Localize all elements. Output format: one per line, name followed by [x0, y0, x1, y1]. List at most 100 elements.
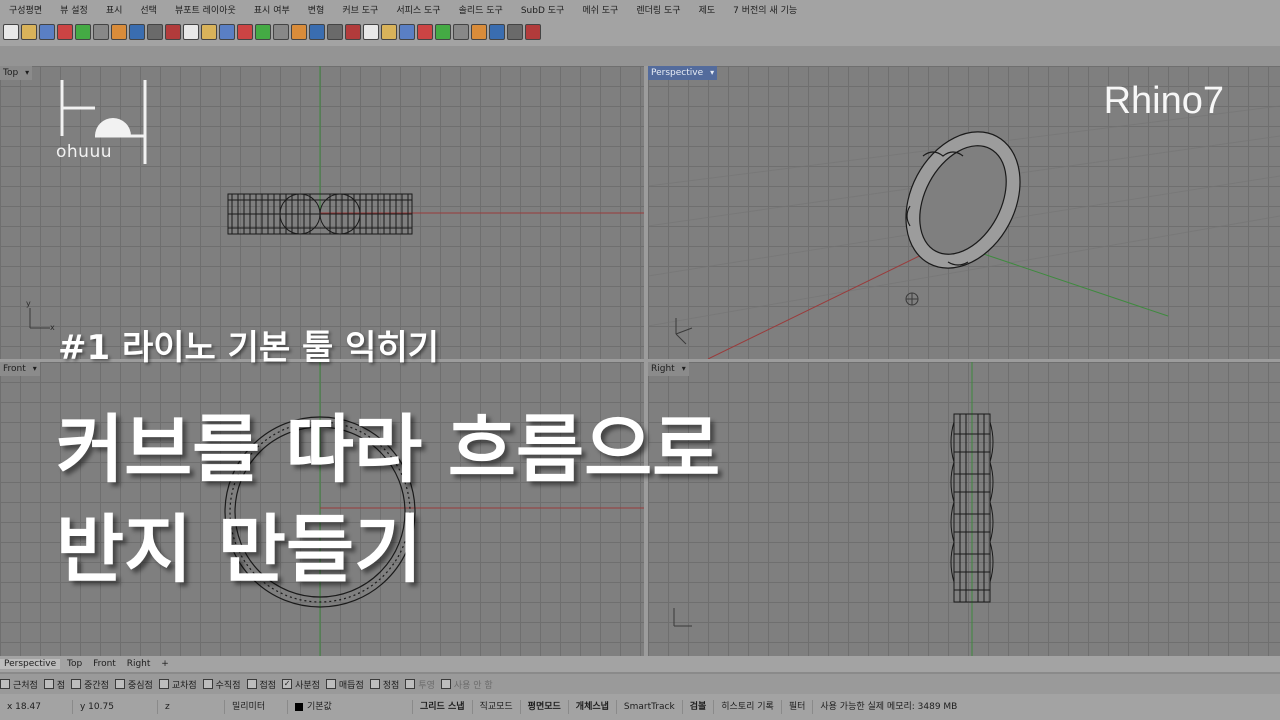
- osnap-11[interactable]: 사용 안 함: [440, 678, 493, 691]
- menu-item[interactable]: 표시: [97, 3, 132, 16]
- help-icon[interactable]: [525, 24, 541, 40]
- osnap-label: 중간점: [84, 680, 109, 691]
- viewport-label-right[interactable]: Right: [648, 362, 689, 376]
- ring-top-view: [227, 193, 413, 235]
- osnap-toggle[interactable]: 개체스냅: [569, 700, 617, 714]
- paste-icon[interactable]: [111, 24, 127, 40]
- menu-item[interactable]: 7 버전의 새 기능: [724, 3, 806, 16]
- osnap-1[interactable]: 점: [43, 678, 65, 691]
- options-icon[interactable]: [507, 24, 523, 40]
- gumball-toggle[interactable]: 검볼: [683, 700, 715, 714]
- current-layer[interactable]: 기본값: [288, 700, 413, 714]
- title-line-1: 커브를 따라 흐름으로: [56, 407, 721, 493]
- tab-right[interactable]: Right: [123, 659, 155, 669]
- menu-item[interactable]: 뷰포트 레이아웃: [166, 3, 245, 16]
- viewport-label-front[interactable]: Front: [0, 362, 40, 376]
- menu-item[interactable]: 표시 여부: [245, 3, 299, 16]
- osnap-checkbox[interactable]: [114, 679, 125, 689]
- cut-icon[interactable]: [75, 24, 91, 40]
- svg-text:x: x: [50, 323, 55, 332]
- rotate-view-icon[interactable]: [255, 24, 271, 40]
- osnap-checkbox[interactable]: [202, 679, 213, 689]
- save-icon[interactable]: [39, 24, 55, 40]
- light-icon[interactable]: [363, 24, 379, 40]
- tab-perspective[interactable]: Perspective: [0, 659, 61, 669]
- planar-toggle[interactable]: 평면모드: [521, 700, 569, 714]
- coord-x: x 18.47: [0, 700, 73, 714]
- copy-icon[interactable]: [93, 24, 109, 40]
- undo-icon[interactable]: [129, 24, 145, 40]
- menu-item[interactable]: 변형: [299, 3, 334, 16]
- osnap-8[interactable]: 매듭점: [325, 678, 364, 691]
- osnap-checkbox[interactable]: [246, 679, 257, 689]
- osnap-label: 사용 안 함: [453, 680, 493, 691]
- menu-item[interactable]: 제도: [690, 3, 725, 16]
- zoom-icon[interactable]: [183, 24, 199, 40]
- zoom-extents-icon[interactable]: [219, 24, 235, 40]
- snap-icon[interactable]: [345, 24, 361, 40]
- four-view-icon[interactable]: [273, 24, 289, 40]
- osnap-10[interactable]: 투영: [405, 678, 435, 691]
- osnap-checkbox[interactable]: [440, 679, 451, 689]
- osnap-4[interactable]: 교차점: [158, 678, 197, 691]
- layer-icon[interactable]: [309, 24, 325, 40]
- grid-snap-toggle[interactable]: 그리드 스냅: [413, 700, 473, 714]
- menu-item[interactable]: SubD 도구: [512, 3, 573, 16]
- filter-toggle[interactable]: 필터: [782, 700, 814, 714]
- tab-top[interactable]: Top: [63, 659, 86, 669]
- ghost-icon[interactable]: [435, 24, 451, 40]
- standard-toolbar: [0, 18, 1280, 46]
- settings-icon[interactable]: [489, 24, 505, 40]
- history-toggle[interactable]: 히스토리 기록: [714, 700, 782, 714]
- open-icon[interactable]: [21, 24, 37, 40]
- osnap-7[interactable]: ✓ 사분점: [282, 678, 320, 691]
- layer-color-swatch: [295, 703, 303, 711]
- menu-bar: 구성평면 뷰 설정 표시 선택 뷰포트 레이아웃 표시 여부 변형 커브 도구 서피스 도구 솔리…: [0, 0, 1280, 18]
- units-display[interactable]: 밀리미터: [225, 700, 288, 714]
- new-icon[interactable]: [3, 24, 19, 40]
- material-icon[interactable]: [399, 24, 415, 40]
- print-icon[interactable]: [57, 24, 73, 40]
- osnap-bar: 근처점 점 중간점 중심점 교차점 수직점 접점 ✓ 사분점 매듭점 정점 투영 사용 안 함: [0, 674, 1280, 694]
- smarttrack-toggle[interactable]: SmartTrack: [617, 700, 683, 714]
- gumball-widget: [905, 292, 919, 306]
- osnap-2[interactable]: 중간점: [71, 678, 109, 691]
- viewport-right[interactable]: Right: [648, 362, 1280, 656]
- menu-item[interactable]: 선택: [131, 3, 166, 16]
- move-icon[interactable]: [165, 24, 181, 40]
- osnap-3[interactable]: 중심점: [114, 678, 153, 691]
- render-preview-icon[interactable]: [453, 24, 469, 40]
- zoom-selected-icon[interactable]: [237, 24, 253, 40]
- osnap-checkbox[interactable]: [369, 679, 380, 689]
- zoom-window-icon[interactable]: [201, 24, 217, 40]
- menu-item[interactable]: 렌더링 도구: [627, 3, 689, 16]
- osnap-checkbox[interactable]: ✓: [282, 679, 293, 689]
- tab-front[interactable]: Front: [89, 659, 120, 669]
- properties-icon[interactable]: [327, 24, 343, 40]
- add-tab-button[interactable]: +: [157, 659, 173, 669]
- osnap-0[interactable]: 근처점: [0, 678, 38, 691]
- menu-item[interactable]: 커브 도구: [333, 3, 387, 16]
- menu-item[interactable]: 구성평면: [0, 3, 51, 16]
- osnap-6[interactable]: 접점: [246, 678, 276, 691]
- filter-icon[interactable]: [471, 24, 487, 40]
- osnap-checkbox[interactable]: [325, 679, 336, 689]
- pan-icon[interactable]: [147, 24, 163, 40]
- osnap-checkbox[interactable]: [405, 679, 416, 689]
- menu-item[interactable]: 메쉬 도구: [573, 3, 627, 16]
- viewport-label-top[interactable]: Top: [0, 66, 33, 80]
- osnap-9[interactable]: 정점: [369, 678, 399, 691]
- viewport-label-perspective[interactable]: Perspective: [648, 66, 718, 80]
- osnap-checkbox[interactable]: [71, 679, 82, 689]
- osnap-checkbox[interactable]: [43, 679, 54, 689]
- car-icon[interactable]: [291, 24, 307, 40]
- ortho-toggle[interactable]: 직교모드: [473, 700, 521, 714]
- menu-item[interactable]: 서피스 도구: [387, 3, 449, 16]
- menu-item[interactable]: 뷰 설정: [51, 3, 97, 16]
- menu-item[interactable]: 솔리드 도구: [450, 3, 512, 16]
- osnap-checkbox[interactable]: [158, 679, 169, 689]
- osnap-checkbox[interactable]: [0, 679, 10, 689]
- render-icon[interactable]: [381, 24, 397, 40]
- osnap-5[interactable]: 수직점: [202, 678, 241, 691]
- shade-icon[interactable]: [417, 24, 433, 40]
